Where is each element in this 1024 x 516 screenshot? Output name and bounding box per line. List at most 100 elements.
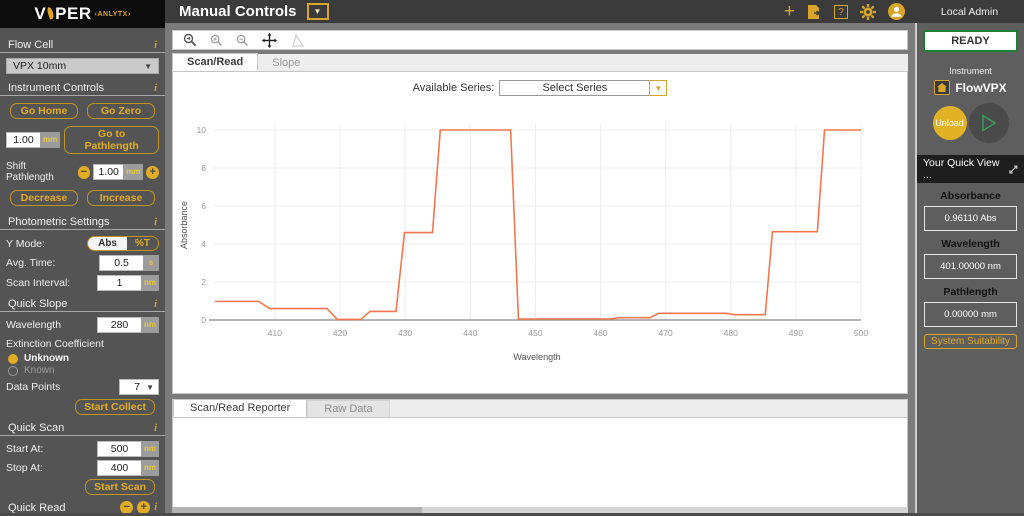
go-to-pathlength-button[interactable]: Go to Pathlength — [64, 126, 159, 154]
data-points-select[interactable]: 7 ▼ — [119, 379, 159, 395]
info-icon[interactable]: i — [154, 423, 157, 434]
svg-text:Wavelength: Wavelength — [513, 352, 560, 362]
scan-interval-unit: nm — [141, 275, 159, 291]
export-report-icon[interactable] — [807, 4, 822, 20]
svg-text:440: 440 — [463, 328, 477, 338]
quick-view-header[interactable]: Your Quick View ... — [917, 155, 1024, 183]
y-mode-pct-t[interactable]: %T — [127, 237, 158, 250]
section-quick-scan: Quick Scan i — [0, 419, 165, 436]
extinction-coefficient-label: Extinction Coefficient — [6, 338, 104, 350]
brand-logo: V PER ‹ANLYTX› — [0, 0, 165, 28]
section-instrument-controls: Instrument Controls i — [0, 79, 165, 96]
info-icon[interactable]: i — [154, 40, 157, 51]
play-button[interactable] — [968, 103, 1009, 143]
user-account-icon[interactable] — [888, 3, 905, 20]
y-mode-label: Y Mode: — [6, 237, 45, 250]
svg-text:500: 500 — [854, 328, 868, 338]
decrease-button[interactable]: Decrease — [10, 190, 78, 206]
radio-unknown[interactable] — [8, 353, 18, 364]
polygon-select-icon[interactable] — [290, 33, 305, 47]
svg-text:460: 460 — [593, 328, 607, 338]
series-select[interactable]: Select Series ▼ — [499, 80, 668, 96]
zoom-out-icon[interactable] — [236, 34, 249, 47]
y-mode-abs[interactable]: Abs — [88, 237, 127, 250]
zoom-region-icon[interactable] — [183, 33, 197, 47]
radio-unknown-label[interactable]: Unknown — [24, 353, 69, 364]
start-at-input[interactable]: 500 — [97, 441, 141, 457]
workspace: Scan/Read Slope Available Series: Select… — [165, 23, 915, 516]
stop-at-unit: nm — [141, 460, 159, 476]
start-at-unit: nm — [141, 441, 159, 457]
scan-interval-input[interactable]: 1 — [97, 275, 141, 291]
quick-scan-title: Quick Scan — [8, 422, 65, 434]
svg-text:450: 450 — [528, 328, 542, 338]
quick-slope-title: Quick Slope — [8, 298, 68, 310]
tab-raw-data[interactable]: Raw Data — [307, 400, 390, 417]
stop-at-input[interactable]: 400 — [97, 460, 141, 476]
go-zero-button[interactable]: Go Zero — [87, 103, 155, 119]
go-home-button[interactable]: Go Home — [10, 103, 78, 119]
instrument-controls-title: Instrument Controls — [8, 82, 104, 94]
settings-gear-icon[interactable] — [860, 3, 876, 20]
pathlength-input[interactable]: 1.00 — [6, 132, 40, 148]
svg-text:490: 490 — [789, 328, 803, 338]
qs-wavelength-label: Wavelength — [6, 319, 62, 331]
shift-pathlength-input[interactable]: 1.00 — [93, 164, 124, 180]
page-dropdown-button[interactable]: ▼ — [306, 3, 329, 20]
brand-tagline: ‹ANLYTX› — [94, 10, 131, 18]
page-title: Manual Controls — [179, 3, 297, 20]
pathlength-value: 0.00000 mm — [924, 302, 1017, 327]
home-icon[interactable] — [934, 80, 951, 95]
start-at-label: Start At: — [6, 443, 44, 455]
start-collect-button[interactable]: Start Collect — [75, 399, 155, 415]
zoom-in-icon[interactable] — [210, 34, 223, 47]
svg-text:410: 410 — [268, 328, 282, 338]
start-scan-button[interactable]: Start Scan — [85, 479, 155, 495]
shift-decrement-button[interactable]: − — [77, 165, 91, 179]
reporter-content — [172, 418, 908, 516]
shift-pathlength-unit: mm — [123, 164, 144, 180]
page-header: Manual Controls ▼ + ? — [165, 0, 915, 23]
system-suitability-button[interactable]: System Suitability — [924, 334, 1017, 349]
chevron-down-icon: ▼ — [144, 61, 152, 71]
svg-text:10: 10 — [197, 125, 207, 135]
unload-button[interactable]: Unload — [932, 106, 967, 140]
left-sidebar: Flow Cell i VPX 10mm ▼ Instrument Contro… — [0, 28, 165, 516]
expand-icon[interactable] — [1009, 164, 1018, 174]
info-icon[interactable]: i — [154, 299, 157, 310]
qs-wavelength-input[interactable]: 280 — [97, 317, 141, 333]
user-bar: Local Admin — [915, 0, 1024, 23]
scan-chart[interactable]: 410 420 430 440 450 460 470 480 490 500 0 2 4 6 8 10 Abs… — [173, 104, 905, 379]
increase-button[interactable]: Increase — [87, 190, 155, 206]
pan-move-icon[interactable] — [262, 32, 277, 48]
radio-known[interactable] — [8, 365, 18, 376]
svg-text:8: 8 — [201, 163, 206, 173]
flow-cell-title: Flow Cell — [8, 39, 54, 51]
section-quick-slope: Quick Slope i — [0, 295, 165, 312]
y-mode-toggle[interactable]: Abs %T — [87, 236, 159, 251]
svg-text:470: 470 — [659, 328, 673, 338]
right-sidebar: READY Instrument FlowVPX Unload Your Qui… — [915, 23, 1024, 516]
add-icon[interactable]: + — [784, 2, 795, 21]
shift-increment-button[interactable]: + — [146, 165, 160, 179]
info-icon[interactable]: i — [154, 217, 157, 228]
current-user[interactable]: Local Admin — [941, 6, 998, 18]
chevron-down-icon: ▼ — [313, 7, 322, 16]
info-icon[interactable]: i — [154, 83, 157, 94]
flow-cell-value: VPX 10mm — [13, 60, 67, 72]
section-flow-cell: Flow Cell i — [0, 36, 165, 53]
svg-text:480: 480 — [724, 328, 738, 338]
instrument-name: FlowVPX — [955, 80, 1007, 95]
info-icon[interactable]: i — [154, 502, 157, 513]
avg-time-input[interactable]: 0.5 — [99, 255, 143, 271]
svg-text:430: 430 — [398, 328, 412, 338]
data-points-label: Data Points — [6, 381, 61, 393]
tab-scan-read[interactable]: Scan/Read — [172, 53, 259, 71]
help-icon[interactable]: ? — [834, 4, 848, 19]
radio-known-label[interactable]: Known — [24, 365, 55, 376]
available-series-label: Available Series: — [412, 82, 495, 94]
flow-cell-select[interactable]: VPX 10mm ▼ — [6, 58, 159, 74]
tab-slope[interactable]: Slope — [258, 55, 314, 71]
tab-scan-read-reporter[interactable]: Scan/Read Reporter — [173, 399, 308, 417]
status-ready-button[interactable]: READY — [923, 30, 1018, 52]
